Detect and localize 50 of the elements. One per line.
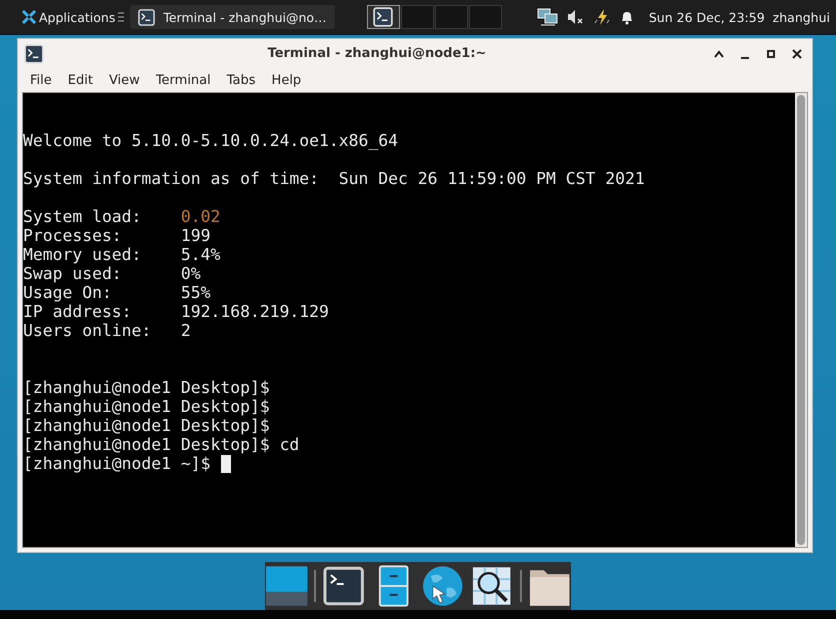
applications-menu[interactable]: Applications	[18, 5, 128, 30]
window-title: Terminal - zhanghui@node1:~	[266, 46, 488, 62]
close-icon	[792, 48, 802, 59]
handle-icon	[118, 12, 124, 22]
terminal-field-value: 55%	[180, 283, 210, 302]
globe-cursor-icon[interactable]	[421, 564, 464, 608]
terminal-field-value: 5.4%	[180, 245, 220, 264]
window-terminal-icon	[24, 44, 44, 64]
menu-item[interactable]: Terminal	[148, 70, 219, 90]
clock[interactable]: Sun 26 Dec, 23:59	[648, 10, 765, 25]
terminal-output-line: System information as of time: Sun Dec 26 11:59:00 PM CST 2021	[23, 169, 645, 188]
workspace-switcher[interactable]	[468, 5, 502, 30]
terminal-field-label: IP address:	[23, 302, 133, 322]
power-icon[interactable]	[592, 8, 611, 26]
minimize-icon	[741, 56, 749, 59]
menu-item[interactable]: Tabs	[218, 70, 264, 90]
volume-muted-icon[interactable]	[566, 9, 585, 26]
shell-prompt-line: [zhanghui@node1 Desktop]$ cd	[23, 435, 300, 454]
workspace-switcher[interactable]	[434, 5, 468, 30]
terminal-field-value: 2	[180, 321, 191, 340]
caret-up-icon	[714, 50, 724, 58]
terminal-output-line: Welcome to 5.10.0-5.10.0.24.oe1.x86_64	[23, 131, 398, 150]
menu-item[interactable]: Edit	[60, 70, 101, 90]
terminal-field-value: 0.02	[180, 207, 220, 226]
maximize-icon	[767, 50, 775, 58]
menu-item[interactable]: File	[22, 70, 60, 90]
shell-prompt-line: [zhanghui@node1 Desktop]$	[23, 397, 270, 416]
terminal-field-label: Swap used:	[23, 264, 123, 284]
terminal-icon	[138, 8, 156, 26]
workspace-switcher[interactable]	[400, 5, 434, 30]
user-menu[interactable]: zhanghui	[772, 10, 830, 25]
terminal-field-value: 192.168.219.129	[180, 302, 329, 322]
network-icon[interactable]	[536, 7, 559, 28]
menu-item[interactable]: View	[100, 70, 148, 90]
menu-item[interactable]: Help	[264, 70, 310, 90]
terminal-field-label: Usage On:	[23, 283, 113, 302]
workspace-switcher[interactable]	[366, 5, 400, 30]
terminal-icon	[373, 7, 394, 28]
terminal-field-label: System load:	[23, 207, 142, 226]
shell-prompt-line: [zhanghui@node1 Desktop]$	[23, 416, 270, 436]
terminal-field-label: Processes:	[23, 226, 123, 246]
taskbar-window-button[interactable]: Terminal - zhanghui@no…	[130, 5, 335, 30]
terminal-field-value: 0%	[180, 264, 201, 284]
app-menu-logo-icon	[22, 10, 36, 24]
terminal-field-label: Users online:	[23, 321, 152, 340]
terminal-field-value: 199	[180, 226, 210, 246]
shell-prompt-line: [zhanghui@node1 Desktop]$	[23, 378, 270, 398]
show-desktop-icon[interactable]	[265, 564, 308, 608]
terminal-field-label: Memory used:	[23, 245, 142, 264]
shell-prompt-line: [zhanghui@node1 ~]$	[23, 454, 210, 474]
